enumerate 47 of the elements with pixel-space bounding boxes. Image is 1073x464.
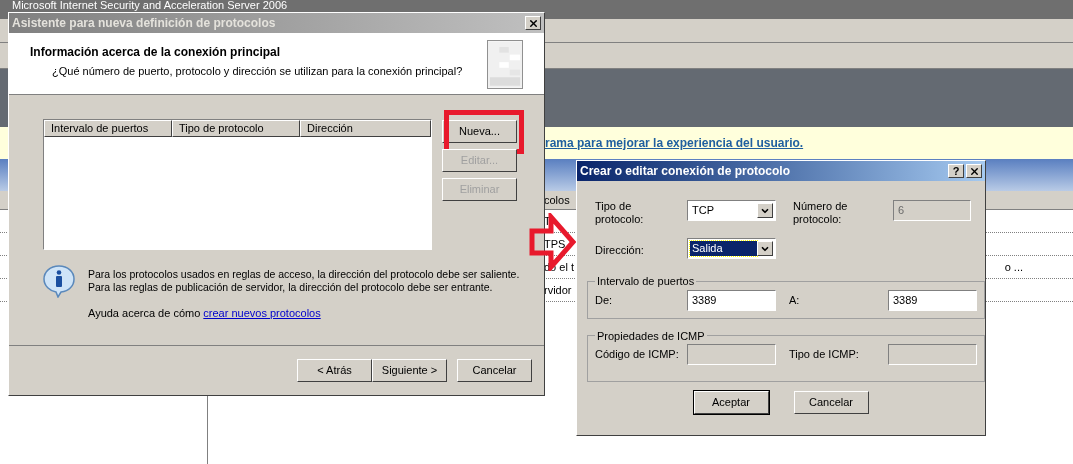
page-title: Información acerca de la conexión principal	[30, 44, 282, 61]
field-label: Número de protocolo:	[793, 200, 849, 226]
list-button[interactable]: Nueva...	[442, 120, 517, 143]
window-title: Crear o editar conexión de protocolo	[580, 163, 792, 180]
wizard-graphic-icon	[487, 40, 523, 89]
help-link[interactable]: crear nuevos protocolos	[203, 305, 321, 322]
caret-icon	[757, 203, 773, 218]
close-button[interactable]	[966, 164, 982, 178]
close-button[interactable]	[525, 16, 541, 30]
nav-button[interactable]: Cancelar	[457, 359, 532, 382]
help-button[interactable]: ?	[948, 164, 964, 178]
dropdown[interactable]: Salida	[687, 238, 776, 259]
table-cell-text: TPS	[544, 236, 566, 252]
info-text: Para los protocolos usados en reglas de acceso, la dirección del protocolo debe ser saliente.	[88, 268, 520, 281]
input-field[interactable]: 3389	[687, 289, 776, 311]
dialog-button[interactable]: Cancelar	[793, 391, 869, 414]
table-cell-text: o ...	[1004, 259, 1023, 275]
group-title: Propiedades de ICMP	[596, 328, 706, 344]
caret-icon	[757, 241, 773, 256]
field-label: Tipo de protocolo:	[595, 200, 645, 226]
field-label: Código de ICMP:	[595, 347, 680, 363]
input-field[interactable]: 3389	[888, 289, 977, 311]
field-label: Tipo de ICMP:	[789, 347, 860, 363]
field-label: Dirección:	[595, 243, 645, 258]
group-title: Intervalo de puertos	[596, 274, 696, 289]
nav-button[interactable]: < Atrás	[297, 359, 372, 382]
dropdown[interactable]: TCP	[687, 200, 776, 221]
column-header[interactable]: Intervalo de puertos	[44, 120, 172, 137]
window-title: Microsoft Internet Security and Acceleration Server 2006	[12, 0, 288, 11]
column-heading: colos	[544, 192, 570, 208]
info-icon	[43, 264, 75, 298]
arrow-annotation-icon	[529, 213, 577, 271]
help-text: Ayuda acerca de cómo	[88, 306, 201, 321]
field-label: De:	[595, 292, 614, 308]
banner-link[interactable]: rama para mejorar la experiencia del usuario.	[545, 134, 804, 152]
nav-button[interactable]: Siguiente >	[372, 359, 447, 382]
list-view[interactable]: Intervalo de puertos Tipo de protocolo Dirección	[43, 119, 432, 250]
window-title: Asistente para nueva definición de protocolos	[12, 15, 277, 32]
dialog-button[interactable]: Aceptar	[693, 391, 769, 414]
page-subtitle: ¿Qué número de puerto, protocolo y dirección se utilizan para la conexión principal?	[51, 64, 464, 79]
close-icon	[968, 165, 980, 177]
column-header[interactable]: Dirección	[300, 120, 431, 137]
close-icon	[527, 17, 539, 29]
field-label: A:	[789, 292, 801, 308]
table-cell-text: rvidor	[544, 282, 572, 298]
info-text: Para las reglas de publicación de servidor, la dirección del protocolo debe ser entrante.	[88, 281, 494, 294]
column-header[interactable]: Tipo de protocolo	[172, 120, 300, 137]
